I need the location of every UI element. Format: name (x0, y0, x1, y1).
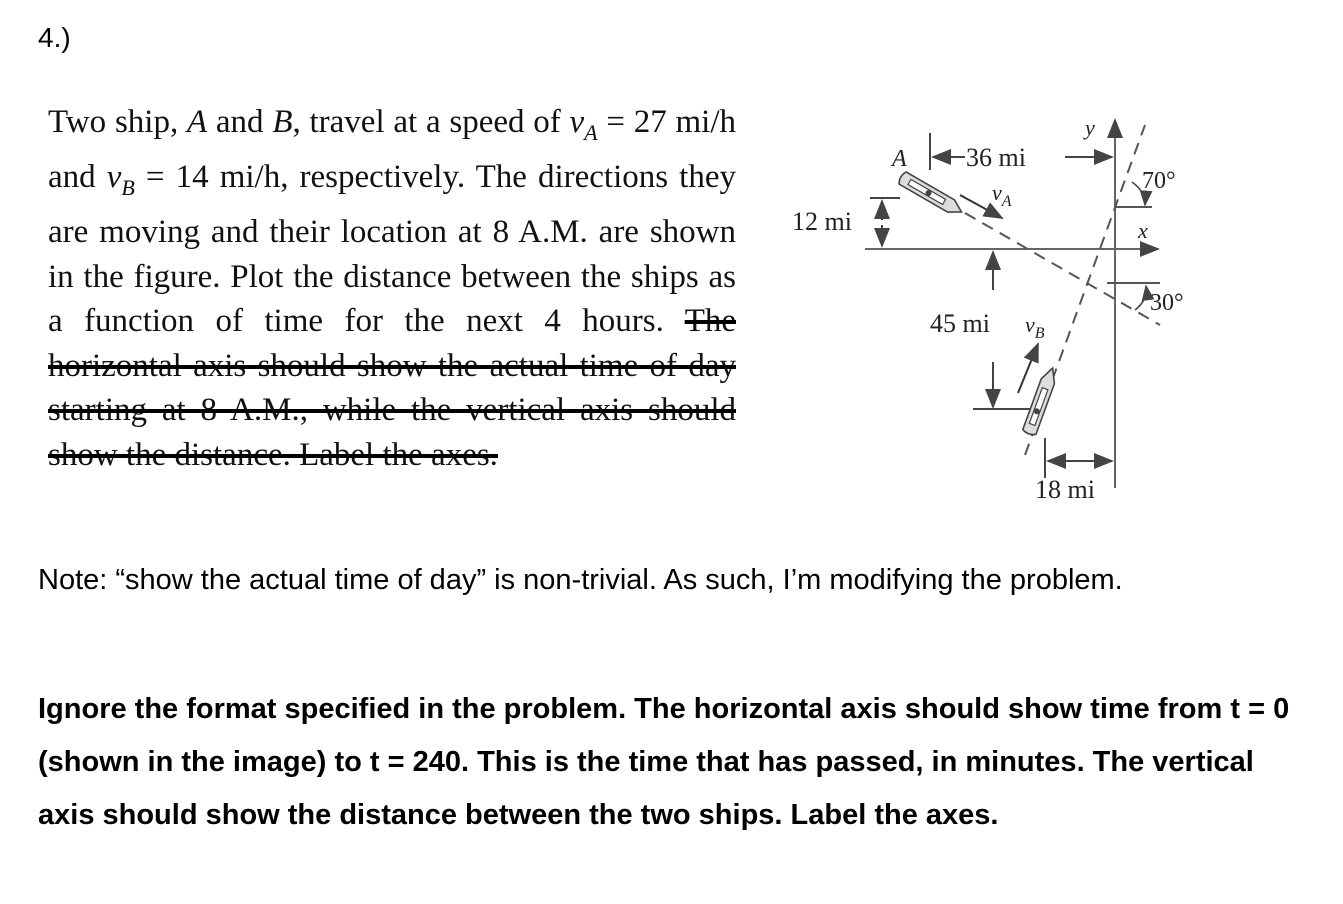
ships-diagram: y x 36 mi A 12 mi vA 70° 30° 45 mi vB 18… (792, 115, 1184, 504)
velocity-b-subscript: B (121, 174, 135, 200)
angle-30-arc (1134, 284, 1155, 311)
problem-text-segment: , travel at a speed of (292, 104, 570, 140)
dimension-36-label: 36 mi (966, 143, 1026, 172)
x-axis-label: x (1137, 218, 1148, 243)
ship-a-icon (898, 171, 963, 213)
velocity-a-label: vA (992, 180, 1012, 210)
problem-text-segment: Two ship, (48, 104, 187, 140)
problem-text-segment: = 14 mi/h, respectively. The directions … (48, 159, 736, 340)
angle-30-label: 30° (1150, 290, 1184, 316)
velocity-b-arrow (1017, 342, 1039, 394)
dimension-18-label: 18 mi (1035, 475, 1095, 504)
ship-b-label: B (272, 104, 293, 140)
instructions-paragraph: Ignore the format specified in the probl… (38, 693, 1290, 831)
velocity-a-symbol: v (569, 104, 585, 140)
ships-figure: y x 36 mi A 12 mi vA 70° 30° 45 mi vB 18… (780, 100, 1200, 520)
problem-text-segment: and (207, 104, 273, 140)
problem-statement: Two ship, A and B, travel at a speed of … (48, 100, 736, 477)
ship-a-path (964, 212, 1161, 326)
ship-a-label: A (186, 104, 208, 140)
ship-b-icon (1021, 366, 1056, 436)
ship-a-figure-label: A (890, 146, 907, 172)
velocity-b-symbol: v (106, 159, 122, 196)
angle-70-label: 70° (1142, 168, 1176, 194)
y-axis-label: y (1083, 115, 1095, 140)
velocity-b-label: vB (1025, 312, 1045, 342)
problem-number: 4.) (38, 22, 71, 53)
dimension-45-label: 45 mi (930, 309, 990, 338)
dimension-12-label: 12 mi (792, 207, 852, 236)
velocity-a-subscript: A (584, 119, 598, 145)
note-paragraph: Note: “show the actual time of day” is n… (38, 564, 1123, 596)
